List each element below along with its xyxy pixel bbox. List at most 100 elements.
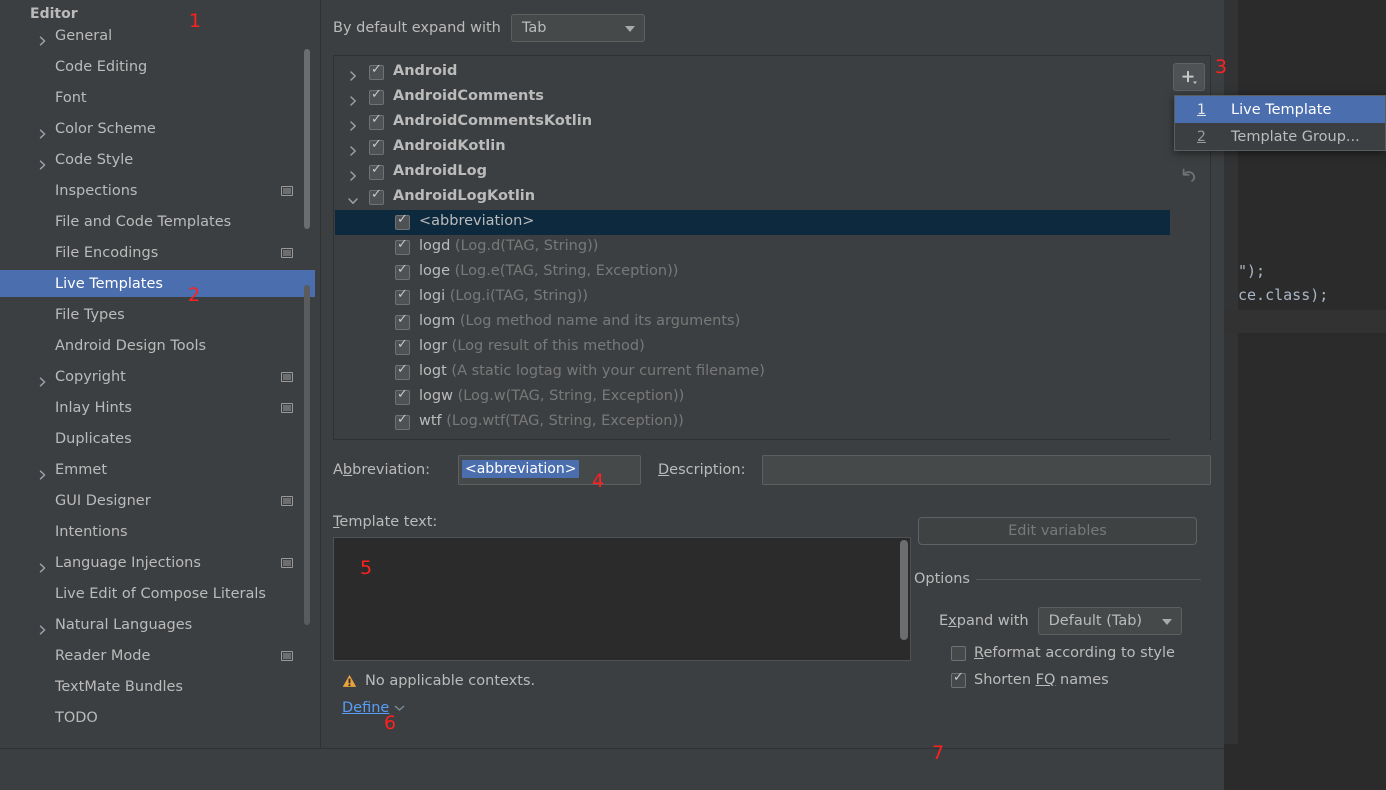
chevron-right-icon[interactable] bbox=[38, 558, 48, 573]
template-row[interactable]: logr (Log result of this method) bbox=[335, 335, 1173, 360]
chevron-right-icon[interactable] bbox=[38, 155, 48, 170]
add-template-popup-menu[interactable]: 1 Live Template 2 Template Group... bbox=[1174, 95, 1386, 151]
sidebar-item-live-templates[interactable]: Live Templates bbox=[0, 270, 315, 297]
sidebar-item-reader-mode[interactable]: Reader Mode bbox=[0, 642, 315, 669]
project-scope-icon bbox=[281, 557, 293, 568]
sidebar-item-natural-languages[interactable]: Natural Languages bbox=[0, 611, 315, 638]
sidebar-item-file-encodings[interactable]: File Encodings bbox=[0, 239, 315, 266]
sidebar-item-todo[interactable]: TODO bbox=[0, 704, 315, 731]
template-group-row[interactable]: AndroidLogKotlin bbox=[335, 185, 1173, 210]
sidebar-item-file-and-code-templates[interactable]: File and Code Templates bbox=[0, 208, 315, 235]
chevron-down-icon[interactable] bbox=[347, 192, 359, 204]
abbreviation-input[interactable]: <abbreviation> bbox=[458, 455, 641, 485]
template-row-label: logt (A static logtag with your current … bbox=[419, 363, 765, 379]
template-row[interactable]: loge (Log.e(TAG, String, Exception)) bbox=[335, 260, 1173, 285]
template-enabled-checkbox[interactable] bbox=[395, 362, 410, 380]
template-group-row[interactable]: AndroidCommentsKotlin bbox=[335, 110, 1173, 135]
chevron-right-icon[interactable] bbox=[347, 167, 359, 181]
template-enabled-checkbox[interactable] bbox=[369, 187, 384, 205]
chevron-right-icon[interactable] bbox=[347, 142, 359, 156]
template-enabled-checkbox[interactable] bbox=[395, 262, 410, 280]
template-enabled-checkbox[interactable] bbox=[395, 387, 410, 405]
template-enabled-checkbox[interactable] bbox=[369, 87, 384, 105]
sidebar-item-live-edit-of-compose-literals[interactable]: Live Edit of Compose Literals bbox=[0, 580, 315, 607]
template-enabled-checkbox[interactable] bbox=[395, 312, 410, 330]
chevron-right-icon[interactable] bbox=[347, 67, 359, 81]
popup-menu-item-template-group[interactable]: 2 Template Group... bbox=[1175, 123, 1385, 150]
edit-variables-button[interactable]: Edit variables bbox=[918, 517, 1197, 545]
expand-with-label: Expand with bbox=[939, 613, 1029, 629]
shorten-fq-checkbox-row[interactable]: Shorten FQ names bbox=[951, 670, 1109, 688]
shorten-fq-checkbox[interactable] bbox=[951, 670, 966, 688]
sidebar-item-code-editing[interactable]: Code Editing bbox=[0, 53, 315, 80]
template-row[interactable]: wtf (Log.wtf(TAG, String, Exception)) bbox=[335, 410, 1173, 435]
description-label: Description: bbox=[658, 462, 746, 478]
template-group-row[interactable]: AndroidKotlin bbox=[335, 135, 1173, 160]
revert-button[interactable] bbox=[1173, 163, 1205, 191]
chevron-right-icon[interactable] bbox=[38, 465, 48, 480]
template-text-label: Template text: bbox=[333, 514, 438, 530]
sidebar-item-android-design-tools[interactable]: Android Design Tools bbox=[0, 332, 315, 359]
template-text-scrollbar-thumb[interactable] bbox=[900, 540, 908, 640]
chevron-right-icon[interactable] bbox=[347, 117, 359, 131]
template-enabled-checkbox[interactable] bbox=[369, 162, 384, 180]
template-enabled-checkbox[interactable] bbox=[395, 237, 410, 255]
template-enabled-checkbox[interactable] bbox=[369, 137, 384, 155]
reformat-checkbox[interactable] bbox=[951, 645, 966, 661]
template-group-row[interactable]: AndroidComments bbox=[335, 85, 1173, 110]
popup-menu-item-live-template[interactable]: 1 Live Template bbox=[1175, 96, 1385, 123]
sidebar-item-inlay-hints[interactable]: Inlay Hints bbox=[0, 394, 315, 421]
warning-triangle-icon bbox=[342, 674, 357, 687]
template-text-area[interactable] bbox=[333, 537, 911, 661]
reformat-checkbox-row[interactable]: Reformat according to style bbox=[951, 645, 1175, 661]
sidebar-item-color-scheme[interactable]: Color Scheme bbox=[0, 115, 315, 142]
template-row[interactable]: <abbreviation> bbox=[335, 210, 1173, 235]
sidebar-item-label: Natural Languages bbox=[55, 616, 193, 633]
template-group-row[interactable]: Android bbox=[335, 60, 1173, 85]
template-enabled-checkbox[interactable] bbox=[395, 412, 410, 430]
sidebar-item-label: Duplicates bbox=[55, 430, 132, 447]
settings-sidebar[interactable]: Editor General Code Editing Font Color Sche… bbox=[0, 0, 315, 748]
template-row-label: AndroidCommentsKotlin bbox=[393, 113, 592, 129]
chevron-right-icon[interactable] bbox=[38, 31, 48, 46]
template-row[interactable]: logi (Log.i(TAG, String)) bbox=[335, 285, 1173, 310]
sidebar-scrollbar-thumb-top[interactable] bbox=[304, 49, 310, 229]
chevron-right-icon[interactable] bbox=[38, 372, 48, 387]
sidebar-item-language-injections[interactable]: Language Injections bbox=[0, 549, 315, 576]
template-name: AndroidCommentsKotlin bbox=[393, 113, 593, 129]
sidebar-item-gui-designer[interactable]: GUI Designer bbox=[0, 487, 315, 514]
chevron-right-icon[interactable] bbox=[347, 92, 359, 106]
sidebar-item-emmet[interactable]: Emmet bbox=[0, 456, 315, 483]
template-row[interactable]: logt (A static logtag with your current … bbox=[335, 360, 1173, 385]
sidebar-item-inspections[interactable]: Inspections bbox=[0, 177, 315, 204]
sidebar-item-code-style[interactable]: Code Style bbox=[0, 146, 315, 173]
sidebar-item-label: Copyright bbox=[55, 368, 126, 385]
templates-tree-box[interactable]: Android AndroidComments AndroidCommentsKot… bbox=[333, 55, 1211, 440]
add-template-button[interactable] bbox=[1173, 63, 1205, 91]
expand-with-combobox[interactable]: Default (Tab) bbox=[1037, 607, 1182, 635]
template-row[interactable]: logd (Log.d(TAG, String)) bbox=[335, 235, 1173, 260]
template-row-label: logd (Log.d(TAG, String)) bbox=[419, 238, 598, 254]
default-expand-combobox[interactable]: Tab bbox=[510, 14, 645, 42]
sidebar-item-intentions[interactable]: Intentions bbox=[0, 518, 315, 545]
chevron-right-icon[interactable] bbox=[38, 620, 48, 635]
chevron-right-icon[interactable] bbox=[38, 124, 48, 139]
template-row[interactable]: logm (Log method name and its arguments) bbox=[335, 310, 1173, 335]
sidebar-item-font[interactable]: Font bbox=[0, 84, 315, 111]
template-row[interactable]: logw (Log.w(TAG, String, Exception)) bbox=[335, 385, 1173, 410]
sidebar-item-copyright[interactable]: Copyright bbox=[0, 363, 315, 390]
description-input[interactable] bbox=[762, 455, 1211, 485]
sidebar-item-duplicates[interactable]: Duplicates bbox=[0, 425, 315, 452]
templates-tree[interactable]: Android AndroidComments AndroidCommentsKot… bbox=[335, 57, 1173, 440]
template-enabled-checkbox[interactable] bbox=[369, 112, 384, 130]
template-description: (Log.i(TAG, String)) bbox=[445, 288, 589, 304]
template-enabled-checkbox[interactable] bbox=[395, 212, 410, 230]
template-enabled-checkbox[interactable] bbox=[395, 287, 410, 305]
sidebar-item-textmate-bundles[interactable]: TextMate Bundles bbox=[0, 673, 315, 700]
sidebar-scrollbar-thumb[interactable] bbox=[304, 285, 310, 625]
template-group-row[interactable]: AndroidLog bbox=[335, 160, 1173, 185]
sidebar-item-general[interactable]: General bbox=[0, 22, 315, 49]
sidebar-item-file-types[interactable]: File Types bbox=[0, 301, 315, 328]
template-enabled-checkbox[interactable] bbox=[395, 337, 410, 355]
template-enabled-checkbox[interactable] bbox=[369, 62, 384, 80]
